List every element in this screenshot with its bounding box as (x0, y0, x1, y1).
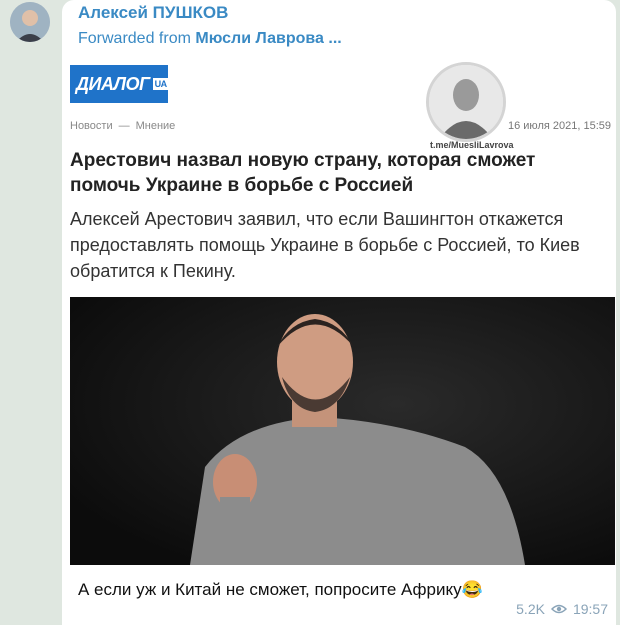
forwarded-from-line[interactable]: Forwarded from Мюсли Лаврова ... (78, 30, 342, 48)
article-image[interactable]: ДИАЛОГ UA Новости — Мнение t.me/MuesliLavr… (70, 60, 615, 566)
breadcrumb-opinion: Мнение (135, 120, 176, 132)
logo-suffix: UA (152, 78, 169, 90)
article-headline: Арестович назвал новую страну, которая с… (70, 150, 536, 196)
article-date: 16 июля 2021, 15:59 (508, 120, 611, 132)
avatar-portrait-icon (10, 2, 50, 42)
sender-name[interactable]: Алексей ПУШКОВ (78, 3, 228, 23)
sender-avatar[interactable] (10, 2, 50, 42)
article-lead: Алексей Арестович заявил, что если Вашин… (70, 209, 580, 281)
watermark-stamp (426, 62, 506, 142)
message-caption: А если уж и Китай не сможет, попросите А… (78, 580, 483, 599)
man-portrait-illustration (70, 297, 615, 565)
logo-text: ДИАЛОГ (76, 73, 150, 94)
portrait-watermark-icon (429, 65, 503, 139)
forward-prefix: Forwarded from (78, 30, 191, 47)
eye-icon (550, 604, 567, 614)
breadcrumb-separator: — (118, 120, 130, 132)
breadcrumb-news: Новости (70, 120, 113, 132)
breadcrumb: Новости — Мнение (70, 120, 175, 132)
article-photo (70, 297, 615, 565)
dialog-logo: ДИАЛОГ UA (70, 65, 169, 103)
message-bubble[interactable]: Алексей ПУШКОВ Forwarded from Мюсли Лавр… (62, 0, 616, 625)
forward-source-link[interactable]: Мюсли Лаврова ... (195, 30, 341, 47)
message-meta: 5.2K 19:57 (516, 601, 608, 617)
message-time: 19:57 (572, 601, 608, 617)
views-count: 5.2K (516, 601, 545, 617)
